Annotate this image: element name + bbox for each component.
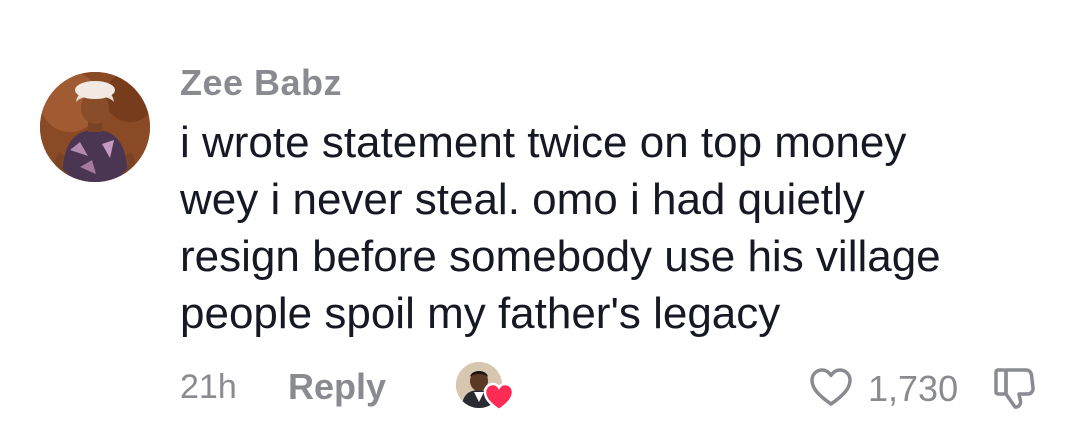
comment-line: people spoil my father's legacy [180, 289, 781, 338]
liked-by-creator-badge [456, 360, 518, 416]
comment-line: wey i never steal. omo i had quietly [180, 175, 865, 224]
comment-timestamp: 21h [180, 368, 237, 406]
reply-button[interactable]: Reply [288, 366, 386, 408]
comment-line: resign before somebody use his village [180, 232, 941, 281]
comment-line: i wrote statement twice on top money [180, 118, 907, 167]
red-heart-icon [483, 382, 515, 412]
comment-body: i wrote statement twice on top money wey … [180, 114, 1040, 342]
heart-outline-icon[interactable] [808, 366, 854, 408]
commenter-username[interactable]: Zee Babz [180, 62, 342, 104]
comment-item: Zee Babz i wrote statement twice on top … [0, 0, 1080, 445]
like-button[interactable]: 1,730 [808, 362, 968, 414]
like-count: 1,730 [868, 368, 959, 409]
thumbs-down-outline-icon[interactable] [990, 364, 1038, 412]
comment-actions: 21h Reply 1,730 [180, 360, 1060, 416]
commenter-avatar[interactable] [40, 72, 150, 182]
